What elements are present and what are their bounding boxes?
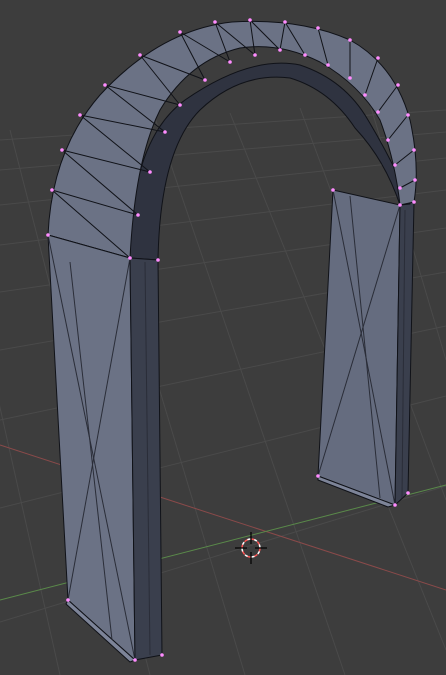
- right-pillar-front: [317, 189, 401, 506]
- 3d-viewport[interactable]: [0, 0, 446, 675]
- viewport-canvas[interactable]: [0, 0, 446, 675]
- arch-mesh[interactable]: [47, 19, 417, 663]
- 3d-cursor-icon[interactable]: [235, 532, 267, 564]
